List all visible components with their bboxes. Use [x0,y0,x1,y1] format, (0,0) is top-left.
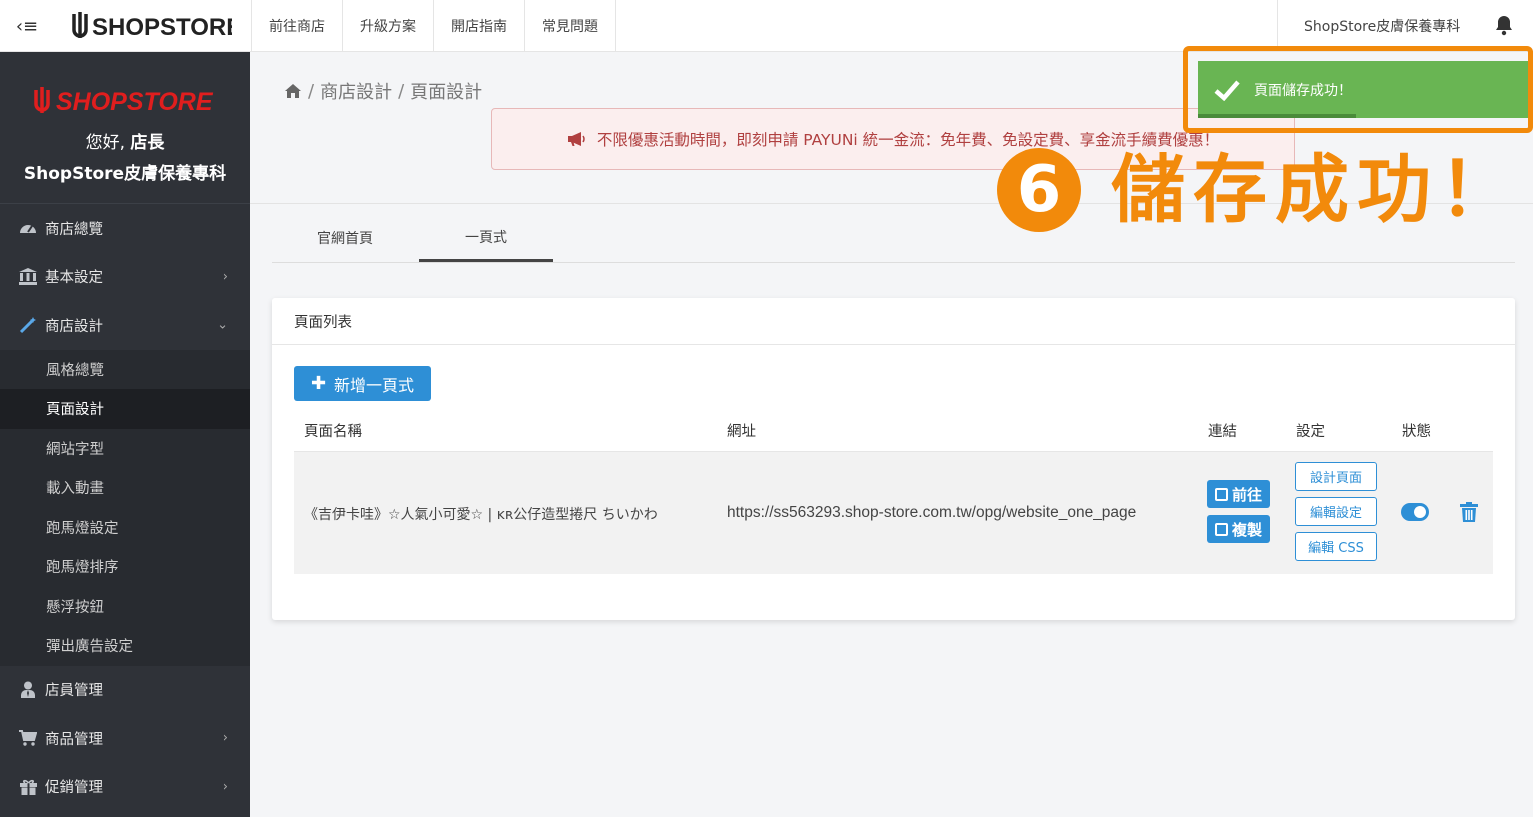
sidebar-item-basic-settings[interactable]: 基本設定 › [0,253,250,302]
edit-css-button[interactable]: 編輯 CSS [1295,532,1377,561]
gift-icon [18,778,38,796]
add-button-label: 新增一頁式 [334,375,415,395]
go-link-label: 前往 [1231,485,1262,504]
column-header-settings: 設定 [1296,424,1325,440]
sidebar-submenu-store-design: 風格總覽 頁面設計 網站字型 載入動畫 跑馬燈設定 跑馬燈排序 懸浮按鈕 彈出廣… [0,349,250,666]
menu-icon: ‹≡ [15,15,39,37]
table-row: 《吉伊卡哇》☆人氣小可愛☆ | ᴋʀ公仔造型捲尺 ちいかわ https://ss… [294,451,1493,574]
greeting: 您好, 店長 [0,128,250,153]
breadcrumb-separator: / [308,80,315,102]
bank-icon [18,268,38,286]
column-header-status: 狀態 [1402,424,1431,440]
card-title: 頁面列表 [272,298,1515,345]
success-toast[interactable]: 頁面儲存成功！ [1198,61,1528,118]
user-tie-icon [18,681,38,699]
sidebar-store-name: ShopStore皮膚保養專科 [23,164,227,184]
edit-settings-button[interactable]: 編輯設定 [1295,497,1377,526]
toast-progress-bar [1198,114,1357,118]
sidebar-logo: SHOPSTORE [0,52,250,122]
sidebar-toggle-button[interactable]: ‹≡ [0,0,54,52]
sidebar-item-store-overview[interactable]: 商店總覽 [0,204,250,253]
shopstore-logo[interactable]: SHOPSTORE [70,8,232,44]
table-header: 頁面名稱 網址 連結 設定 狀態 [294,408,1493,450]
sidebar-subitem-marquee-settings[interactable]: 跑馬燈設定 [0,508,250,548]
step-number-badge: 6 [997,148,1081,232]
trash-icon[interactable] [1460,502,1478,522]
tab-one-page[interactable]: 一頁式 [419,214,553,262]
top-nav: 前往商店 升級方案 開店指南 常見問題 [251,0,616,52]
page-list-card: 頁面列表 ✚ 新增一頁式 頁面名稱 網址 連結 設定 狀態 《吉伊卡哇》☆人氣小… [272,298,1515,620]
sidebar-item-label: 基本設定 [45,270,103,287]
status-toggle[interactable] [1401,503,1429,521]
home-icon[interactable] [284,83,302,99]
nav-upgrade-plan[interactable]: 升級方案 [342,0,433,52]
breadcrumb-page-design: 頁面設計 [410,82,483,103]
plus-icon: ✚ [310,373,327,394]
external-link-icon [1214,487,1228,501]
sidebar-item-label: 促銷管理 [45,780,103,797]
sidebar-subitem-marquee-order[interactable]: 跑馬燈排序 [0,547,250,587]
sidebar: SHOPSTORE 您好, 店長 ShopStore皮膚保養專科 商店總覽 基本… [0,52,250,817]
sidebar-item-label: 店員管理 [45,683,103,700]
sidebar-item-product-management[interactable]: 商品管理 › [0,714,250,763]
bell-icon[interactable] [1494,14,1514,36]
page-url-cell: https://ss563293.shop-store.com.tw/opg/w… [727,504,1137,521]
chevron-down-icon: ⌄ [217,317,228,333]
greeting-prefix: 您好, [85,133,125,153]
breadcrumb-separator: / [398,80,405,102]
sidebar-item-label: 商店總覽 [45,221,103,238]
chevron-right-icon: › [222,730,228,746]
design-page-button[interactable]: 設計頁面 [1295,462,1377,491]
sidebar-item-label: 商店設計 [45,318,103,335]
magic-wand-icon [18,316,38,334]
sidebar-header: SHOPSTORE 您好, 店長 ShopStore皮膚保養專科 [0,52,250,204]
go-link-button[interactable]: 前往 [1207,480,1270,508]
sidebar-item-promotion-management[interactable]: 促銷管理 › [0,763,250,812]
sidebar-item-label: 商品管理 [45,731,103,748]
toast-message: 頁面儲存成功！ [1254,82,1352,99]
sidebar-subitem-loading-animation[interactable]: 載入動畫 [0,468,250,508]
copy-icon [1214,522,1228,536]
svg-text:SHOPSTORE: SHOPSTORE [92,14,232,41]
top-bar: ‹≡ SHOPSTORE 前往商店 升級方案 開店指南 常見問題 ShopSto… [0,0,1533,52]
chevron-right-icon: › [222,779,228,795]
sidebar-subitem-site-font[interactable]: 網站字型 [0,429,250,469]
column-header-url: 網址 [727,424,756,440]
sidebar-subitem-floating-button[interactable]: 懸浮按鈕 [0,587,250,627]
chevron-right-icon: › [222,269,228,285]
copy-link-button[interactable]: 複製 [1207,515,1270,543]
step-annotation: 6 儲存成功！ [997,146,1521,234]
nav-go-to-store[interactable]: 前往商店 [251,0,342,52]
nav-store-guide[interactable]: 開店指南 [433,0,524,52]
sidebar-item-store-design[interactable]: 商店設計 ⌄ [0,301,250,350]
greeting-role: 店長 [130,133,165,153]
column-header-link: 連結 [1208,424,1237,440]
sidebar-subitem-page-design[interactable]: 頁面設計 [0,389,250,429]
add-one-page-button[interactable]: ✚ 新增一頁式 [294,366,431,401]
store-name-menu[interactable]: ShopStore皮膚保養專科 [1277,0,1460,52]
nav-faq[interactable]: 常見問題 [524,0,616,52]
tab-homepage[interactable]: 官網首頁 [272,214,418,262]
column-header-name: 頁面名稱 [304,424,362,440]
check-icon [1214,80,1240,101]
page-name-cell: 《吉伊卡哇》☆人氣小可愛☆ | ᴋʀ公仔造型捲尺 ちいかわ [304,507,658,523]
svg-text:SHOPSTORE: SHOPSTORE [56,88,214,116]
sidebar-subitem-popup-ad[interactable]: 彈出廣告設定 [0,626,250,666]
dashboard-icon [18,219,38,237]
step-annotation-text: 儲存成功！ [1111,147,1521,233]
sidebar-item-staff-management[interactable]: 店員管理 [0,666,250,715]
breadcrumb: / 商店設計 / 頁面設計 [284,78,482,104]
copy-link-label: 複製 [1231,520,1262,539]
megaphone-icon [567,132,585,146]
sidebar-subitem-style-overview[interactable]: 風格總覽 [0,350,250,390]
cart-icon [18,729,38,747]
breadcrumb-store-design[interactable]: 商店設計 [320,78,392,104]
